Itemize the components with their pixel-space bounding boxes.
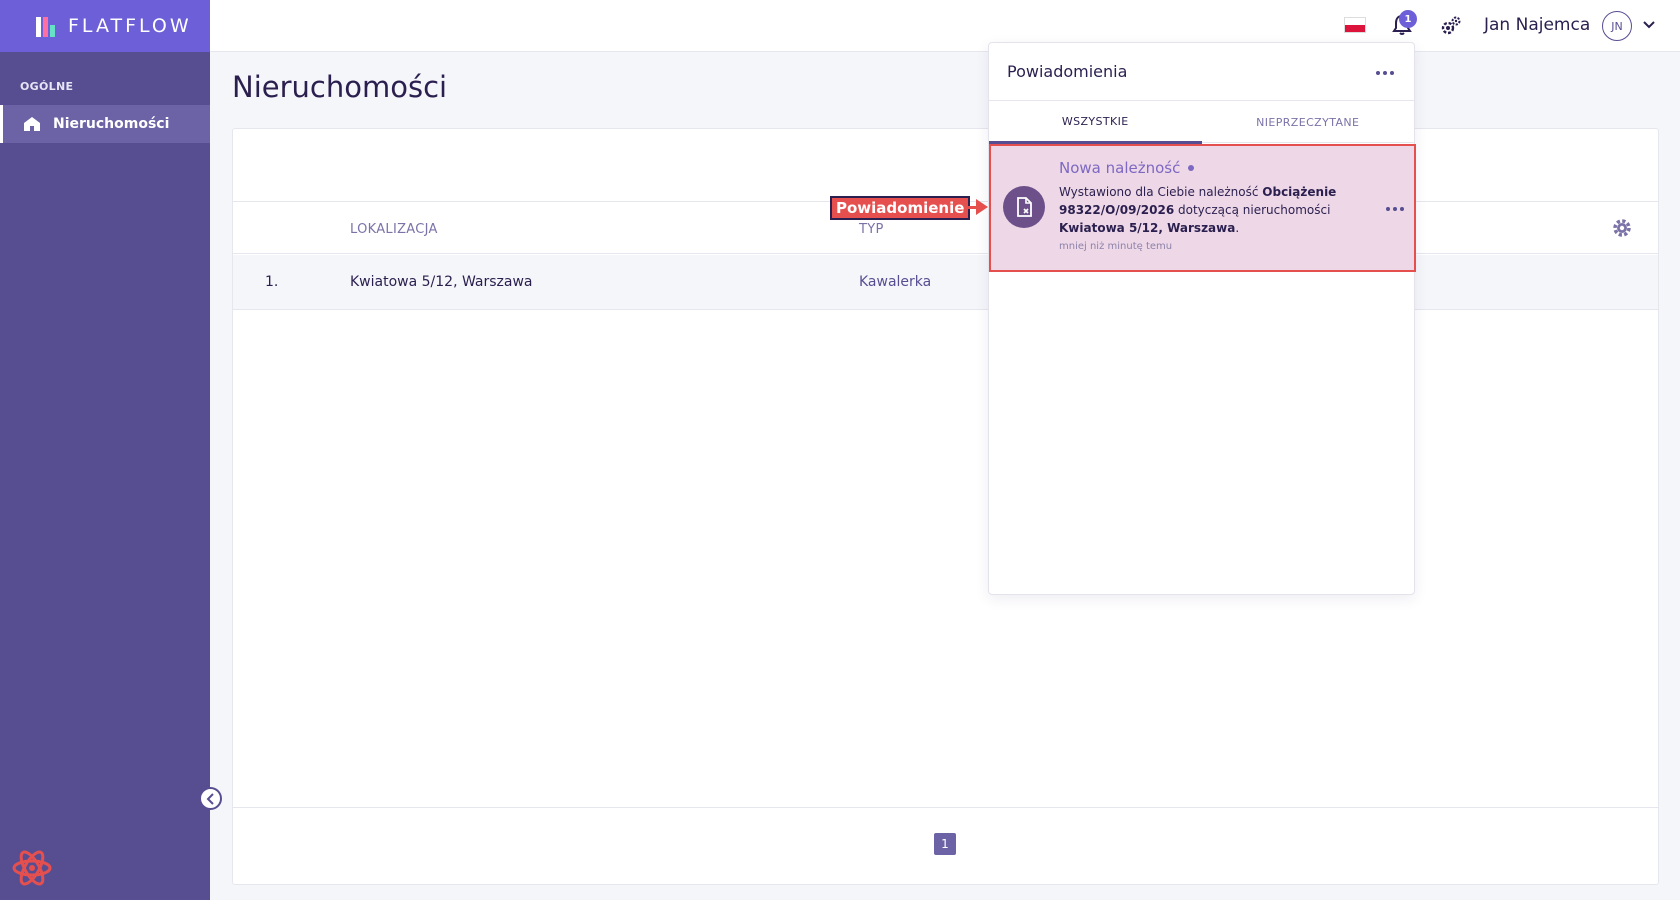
row-type: Kawalerka: [859, 274, 932, 290]
column-header-location[interactable]: LOKALIZACJA: [350, 222, 438, 237]
home-icon: [24, 117, 40, 131]
avatar[interactable]: JN: [1602, 11, 1632, 41]
annotation-label: Powiadomienie: [830, 196, 971, 220]
properties-table-card: LOKALIZACJA TYP 1. Kwiatowa 5/12, Warsza…: [232, 128, 1659, 885]
sidebar-collapse-button[interactable]: [199, 787, 222, 810]
notification-time: mniej niż minutę temu: [1059, 241, 1173, 252]
pagination-page-button[interactable]: 1: [934, 833, 956, 855]
notification-property: Kwiatowa 5/12, Warszawa: [1059, 221, 1236, 235]
notification-text-suffix: .: [1235, 221, 1240, 235]
notification-title: Nowa należność: [1059, 159, 1195, 177]
row-location: Kwiatowa 5/12, Warszawa: [350, 274, 533, 290]
column-header-type[interactable]: TYP: [859, 222, 884, 237]
notification-count-badge: 1: [1399, 10, 1417, 28]
annotation-arrow-icon: [976, 199, 988, 215]
notification-body: Wystawiono dla Ciebie należność Obciążen…: [1059, 183, 1359, 237]
gear-icon[interactable]: [1612, 218, 1632, 238]
notification-item[interactable]: Nowa należność Wystawiono dla Ciebie nal…: [989, 144, 1416, 272]
more-options-icon[interactable]: [1372, 67, 1398, 79]
react-logo-icon: [12, 850, 52, 886]
settings-gears-icon[interactable]: [1440, 15, 1462, 37]
sidebar-item-nieruchomosci[interactable]: Nieruchomości: [0, 105, 210, 143]
user-name[interactable]: Jan Najemca: [1484, 15, 1590, 35]
table-footer-divider: [233, 807, 1658, 808]
row-index: 1.: [265, 274, 279, 290]
flatflow-logo-icon: [36, 15, 58, 37]
notifications-panel: Powiadomienia WSZYSTKIE NIEPRZECZYTANE N…: [988, 42, 1416, 595]
brand-header[interactable]: FLATFLOW: [0, 0, 210, 52]
notification-more-icon[interactable]: [1382, 203, 1408, 215]
notification-text-mid: dotyczącą nieruchomości: [1174, 203, 1331, 217]
page-title: Nieruchomości: [232, 70, 448, 104]
sidebar-section-label: OGÓLNE: [20, 80, 74, 93]
sidebar: FLATFLOW OGÓLNE Nieruchomości: [0, 0, 222, 900]
notification-text-prefix: Wystawiono dla Ciebie należność: [1059, 185, 1263, 199]
sidebar-item-label: Nieruchomości: [53, 116, 170, 132]
document-cancel-icon: [1003, 186, 1045, 228]
chevron-down-icon[interactable]: [1642, 18, 1656, 32]
unread-dot: [1188, 165, 1195, 171]
pl-flag-icon[interactable]: [1344, 17, 1366, 33]
brand-name: FLATFLOW: [68, 15, 192, 37]
tab-unread[interactable]: NIEPRZECZYTANE: [1202, 101, 1415, 144]
notification-title-text: Nowa należność: [1059, 159, 1181, 177]
chevron-left-icon: [206, 792, 214, 805]
notifications-title: Powiadomienia: [1007, 62, 1128, 81]
notifications-tabs: WSZYSTKIE NIEPRZECZYTANE: [989, 100, 1415, 144]
table-row[interactable]: 1. Kwiatowa 5/12, Warszawa Kawalerka: [233, 255, 1658, 310]
tab-all[interactable]: WSZYSTKIE: [989, 101, 1202, 144]
